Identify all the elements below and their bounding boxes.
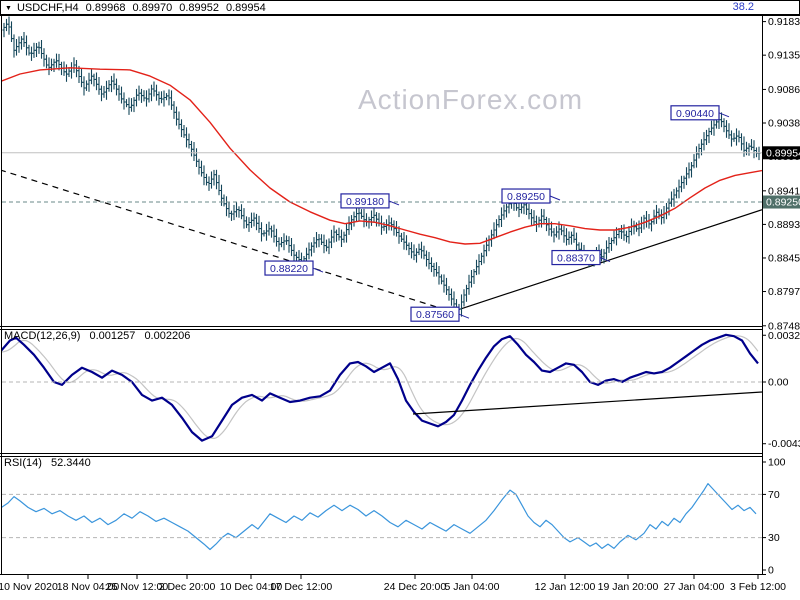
rsi-panel[interactable] (0, 483, 757, 551)
time-axis-label: 24 Dec 20:00 (384, 581, 447, 593)
time-axis-label: 3 Feb 12:00 (730, 581, 786, 593)
rsi-pane-header: RSI(14) 52.3440 (4, 457, 97, 469)
svg-text:0.88220: 0.88220 (270, 263, 308, 275)
price-bars (2, 16, 761, 317)
time-axis-label: 19 Jan 20:00 (598, 581, 659, 593)
price-panel[interactable] (0, 16, 762, 317)
rsi-axis-label: 0 (768, 565, 774, 577)
rsi-axis-label: 100 (768, 457, 786, 469)
time-axis-label: 12 Jan 12:00 (535, 581, 596, 593)
svg-text:0.87560: 0.87560 (416, 309, 454, 321)
price-axis-label: 0.90860 (768, 84, 800, 96)
svg-text:0.89250: 0.89250 (507, 191, 545, 203)
chart-window: ▼ USDCHF,H4 0.89968 0.89970 0.89952 0.89… (0, 0, 800, 600)
chart-canvas[interactable]: 0.90440 0.89250 0.89180 0.88370 0.88220 0.875… (0, 0, 800, 600)
time-axis-label: 10 Nov 2020 (0, 581, 58, 593)
macd-label: MACD(12,26,9) (4, 330, 81, 342)
current-price-badge: 0.89954 (763, 146, 800, 160)
svg-text:0.89954: 0.89954 (766, 147, 800, 159)
macd-axis-label: 0.003269 (768, 330, 800, 342)
price-axis-label: 0.91350 (768, 50, 800, 62)
price-callout: 0.88220 (264, 260, 324, 276)
support-level-badge: 0.89250 (763, 195, 800, 209)
macd-pane-header: MACD(12,26,9) 0.001257 0.002206 (4, 330, 196, 342)
macd-value-signal: 0.002206 (144, 330, 191, 342)
price-axis-label: 0.90380 (768, 118, 800, 130)
time-axis-label: 27 Jan 04:00 (664, 581, 725, 593)
time-axis-label: 2 Dec 20:00 (159, 581, 216, 593)
macd-value-main: 0.001257 (89, 330, 136, 342)
price-axis-label: 0.88930 (768, 219, 800, 231)
rsi-label: RSI(14) (4, 457, 42, 469)
time-axis-label: 17 Dec 12:00 (270, 581, 333, 593)
price-callout: 0.89180 (340, 193, 400, 209)
series-line (2, 333, 759, 442)
rsi-value: 52.3440 (50, 457, 91, 469)
time-axis-label: 5 Jan 04:00 (445, 581, 500, 593)
svg-text:0.89250: 0.89250 (766, 197, 800, 209)
price-axis-label: 0.87970 (768, 286, 800, 298)
price-axis-label: 0.91830 (768, 16, 800, 28)
rsi-axis-label: 70 (768, 489, 780, 501)
rsi-axis-label: 30 (768, 532, 780, 544)
macd-axis-label: -0.004316 (768, 438, 800, 450)
macd-axis-label: 0.00 (768, 377, 789, 389)
descending-trendline[interactable] (0, 169, 453, 313)
series-line (2, 335, 759, 439)
price-axis-label: 0.88450 (768, 252, 800, 264)
price-callout: 0.89250 (501, 188, 561, 204)
svg-text:0.90440: 0.90440 (676, 108, 714, 120)
macd-panel[interactable] (0, 333, 762, 442)
svg-text:0.88370: 0.88370 (557, 253, 595, 265)
svg-text:0.89180: 0.89180 (346, 196, 384, 208)
price-callout: 0.90440 (670, 105, 730, 121)
series-line (2, 483, 757, 551)
